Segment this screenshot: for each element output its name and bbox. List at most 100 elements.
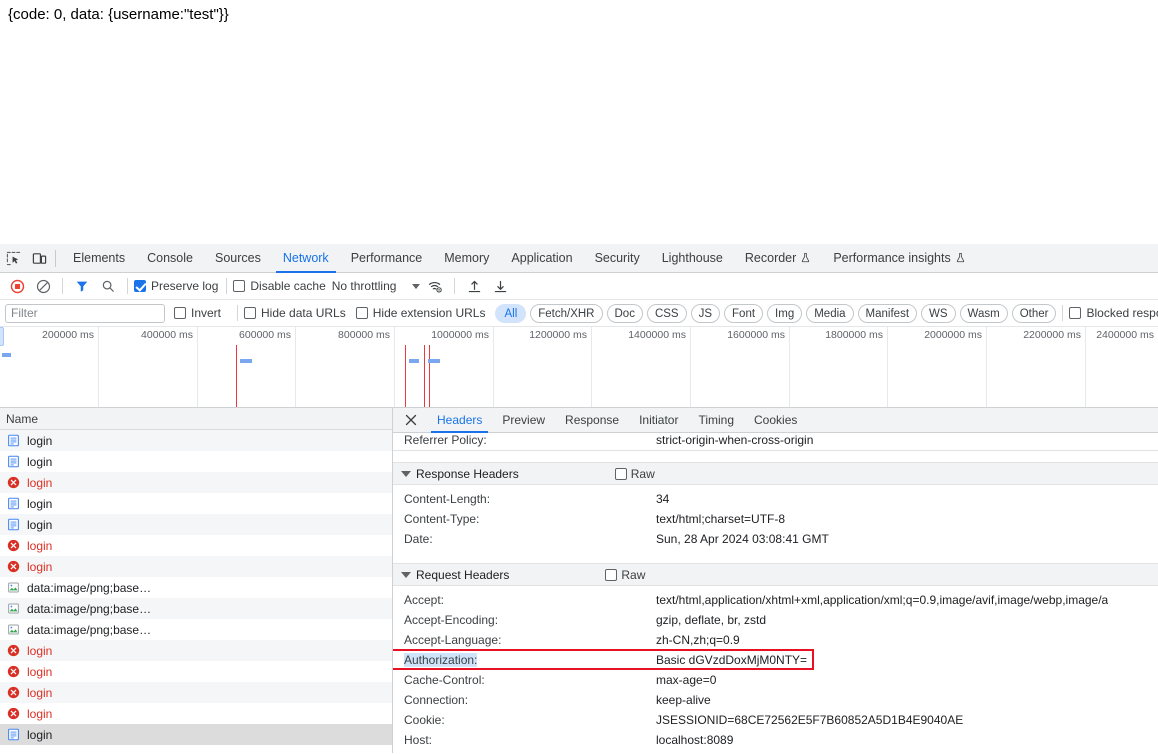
hide-data-urls-checkbox[interactable]: Hide data URLs xyxy=(244,306,346,320)
type-chip-other[interactable]: Other xyxy=(1011,303,1057,323)
chevron-down-icon[interactable] xyxy=(412,283,421,289)
error-icon xyxy=(6,538,21,553)
table-row[interactable]: login xyxy=(0,430,392,451)
table-row[interactable]: login xyxy=(0,724,392,745)
tab-performance[interactable]: Performance xyxy=(340,244,434,273)
table-row[interactable]: login xyxy=(0,514,392,535)
blocked-responses-box[interactable] xyxy=(1069,307,1082,319)
tab-performance-insights[interactable]: Performance insights xyxy=(822,244,976,273)
throttling-select[interactable]: No throttling xyxy=(332,279,397,293)
chevron-down-icon[interactable] xyxy=(401,470,411,477)
details-tab-headers[interactable]: Headers xyxy=(427,408,492,433)
tabstrip-separator xyxy=(55,249,56,267)
overview-event-marker xyxy=(424,345,425,407)
filter-icon[interactable] xyxy=(69,274,95,298)
details-tab-response[interactable]: Response xyxy=(555,408,629,433)
table-row[interactable]: data:image/png;base… xyxy=(0,598,392,619)
tab-network[interactable]: Network xyxy=(272,244,340,273)
close-icon[interactable] xyxy=(401,410,421,430)
headers-content: Referrer Policy: strict-origin-when-cros… xyxy=(393,433,1158,753)
type-chip-wasm[interactable]: Wasm xyxy=(959,303,1008,323)
tab-sources[interactable]: Sources xyxy=(204,244,272,273)
hide-data-urls-box[interactable] xyxy=(244,307,257,319)
header-value: keep-alive xyxy=(656,693,711,707)
table-row[interactable]: login xyxy=(0,556,392,577)
image-icon xyxy=(6,622,21,637)
inspect-element-icon[interactable] xyxy=(0,245,26,271)
type-chip-font[interactable]: Font xyxy=(724,303,764,323)
search-icon[interactable] xyxy=(95,274,121,298)
resource-type-chips: All Fetch/XHR Doc CSS JS Font Img Media Manifest… xyxy=(495,303,1060,323)
hide-extension-urls-box[interactable] xyxy=(355,307,368,319)
tab-application[interactable]: Application xyxy=(500,244,583,273)
details-tab-initiator[interactable]: Initiator xyxy=(629,408,688,433)
type-chip-manifest[interactable]: Manifest xyxy=(857,303,918,323)
table-row[interactable]: login xyxy=(0,661,392,682)
request-list-header[interactable]: Name xyxy=(0,408,392,430)
network-overview-timeline[interactable]: 200000 ms 400000 ms 600000 ms 800000 ms 1000… xyxy=(0,327,1158,408)
details-tab-cookies[interactable]: Cookies xyxy=(744,408,807,433)
details-tab-preview[interactable]: Preview xyxy=(492,408,555,433)
request-raw-box[interactable] xyxy=(605,568,618,581)
type-chip-fetch-xhr[interactable]: Fetch/XHR xyxy=(530,303,603,323)
type-chip-css[interactable]: CSS xyxy=(646,303,687,323)
request-raw-checkbox[interactable]: Raw xyxy=(605,568,645,582)
type-chip-ws[interactable]: WS xyxy=(921,303,956,323)
response-raw-checkbox[interactable]: Raw xyxy=(614,467,655,481)
disable-cache-box[interactable] xyxy=(233,280,246,292)
disable-cache-checkbox[interactable]: Disable cache xyxy=(233,279,326,293)
clear-button[interactable] xyxy=(30,274,56,298)
tab-elements[interactable]: Elements xyxy=(62,244,136,273)
tab-recorder[interactable]: Recorder xyxy=(734,244,822,273)
disable-cache-label: Disable cache xyxy=(250,279,326,293)
response-headers-section-header[interactable]: Response Headers Raw xyxy=(393,462,1158,485)
device-toolbar-icon[interactable] xyxy=(26,245,52,271)
header-value: localhost:8089 xyxy=(656,733,734,747)
table-row[interactable]: login xyxy=(0,640,392,661)
network-conditions-icon[interactable] xyxy=(422,274,448,298)
overview-gridline xyxy=(98,327,99,407)
record-button[interactable] xyxy=(4,274,30,298)
hide-extension-urls-checkbox[interactable]: Hide extension URLs xyxy=(355,306,485,320)
table-row[interactable]: login xyxy=(0,493,392,514)
request-list: Name login login login login login login login… xyxy=(0,408,393,753)
overview-left-handle[interactable] xyxy=(0,327,4,346)
type-chip-media[interactable]: Media xyxy=(806,303,854,323)
tab-lighthouse[interactable]: Lighthouse xyxy=(651,244,734,273)
export-har-icon[interactable] xyxy=(487,274,513,298)
response-raw-box[interactable] xyxy=(614,467,627,480)
header-value: zh-CN,zh;q=0.9 xyxy=(656,633,740,647)
table-row[interactable]: login xyxy=(0,703,392,724)
overview-gridline xyxy=(690,327,691,407)
type-chip-all[interactable]: All xyxy=(495,303,527,323)
preserve-log-checkbox[interactable]: Preserve log xyxy=(134,279,218,293)
details-tab-list: Headers Preview Response Initiator Timing Coo… xyxy=(427,408,807,433)
type-chip-img[interactable]: Img xyxy=(767,303,803,323)
table-row[interactable]: login xyxy=(0,472,392,493)
tab-label: Performance xyxy=(350,250,423,265)
tab-memory[interactable]: Memory xyxy=(433,244,500,273)
header-row-referrer-policy: Referrer Policy: strict-origin-when-cros… xyxy=(393,433,1158,451)
import-har-icon[interactable] xyxy=(461,274,487,298)
header-key: Accept-Encoding: xyxy=(404,613,499,627)
table-row[interactable]: login xyxy=(0,682,392,703)
type-chip-js[interactable]: JS xyxy=(690,303,721,323)
blocked-responses-checkbox[interactable]: Blocked respon xyxy=(1069,306,1158,320)
preserve-log-box[interactable] xyxy=(134,280,146,292)
chevron-down-icon[interactable] xyxy=(401,571,411,578)
request-headers-section-header[interactable]: Request Headers Raw xyxy=(393,563,1158,586)
table-row[interactable]: login xyxy=(0,451,392,472)
tab-security[interactable]: Security xyxy=(584,244,651,273)
table-row[interactable]: data:image/png;base… xyxy=(0,619,392,640)
table-row[interactable]: data:image/png;base… xyxy=(0,577,392,598)
details-tab-timing[interactable]: Timing xyxy=(688,408,744,433)
table-row[interactable]: login xyxy=(0,535,392,556)
tab-console[interactable]: Console xyxy=(136,244,204,273)
tab-label: Sources xyxy=(214,250,261,265)
invert-box[interactable] xyxy=(174,307,186,319)
header-row: Connection: keep-alive xyxy=(393,690,1158,710)
document-icon xyxy=(6,496,21,511)
invert-checkbox[interactable]: Invert xyxy=(174,306,221,320)
type-chip-doc[interactable]: Doc xyxy=(606,303,643,323)
filter-input[interactable] xyxy=(5,303,165,323)
